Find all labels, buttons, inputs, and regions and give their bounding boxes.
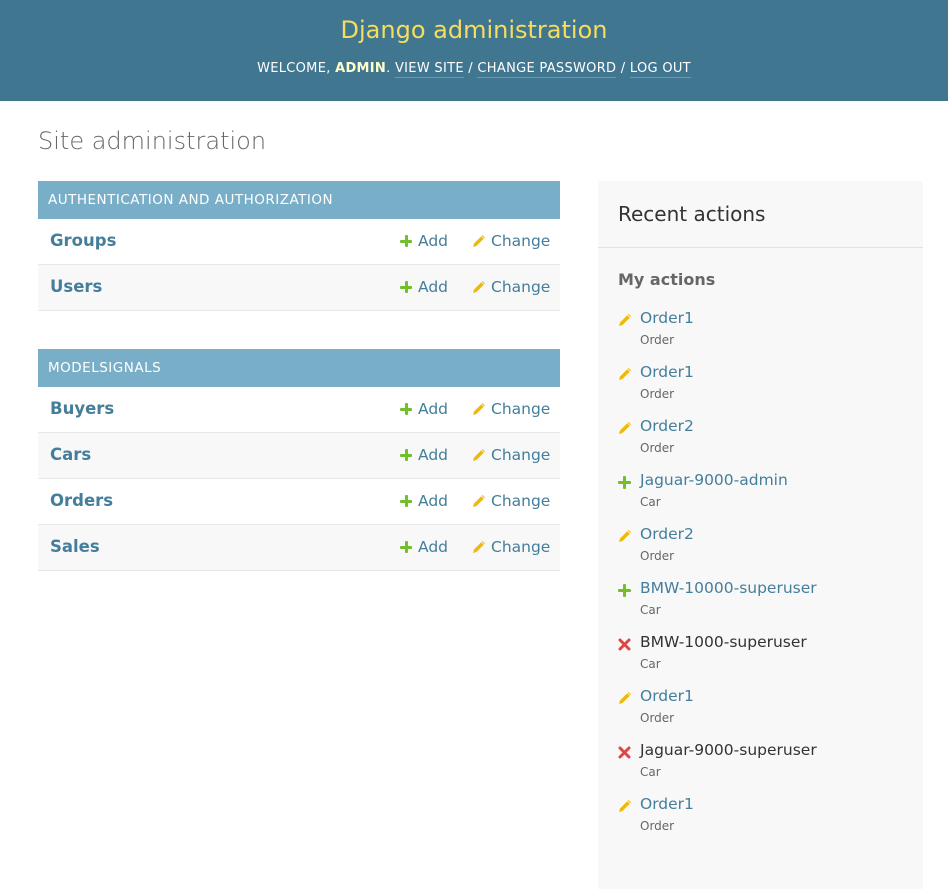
change-groups-link[interactable]: Change	[472, 219, 550, 263]
separator: /	[620, 61, 626, 76]
change-buyers-link[interactable]: Change	[472, 387, 550, 431]
pencil-icon	[473, 449, 485, 461]
add-label: Add	[418, 400, 449, 418]
model-link-cars[interactable]: Cars	[50, 433, 91, 477]
change-label: Change	[491, 538, 551, 556]
view-site-link[interactable]: VIEW SITE	[394, 61, 464, 78]
change-label: Change	[491, 492, 551, 510]
add-users-link[interactable]: Add	[400, 265, 448, 309]
action-object-link[interactable]: Order1	[640, 687, 694, 705]
action-object-link: BMW-1000-superuser	[640, 633, 807, 651]
plus-icon	[400, 403, 412, 415]
add-groups-link[interactable]: Add	[400, 219, 448, 263]
model-link-sales[interactable]: Sales	[50, 525, 100, 569]
recent-actions-panel: Recent actions My actions Order1 Order Ord…	[598, 181, 923, 889]
model-link-users[interactable]: Users	[50, 265, 102, 309]
add-label: Add	[418, 232, 449, 250]
welcome-text: WELCOME,	[257, 61, 331, 76]
model-row-cars: Cars Add Change	[38, 433, 560, 479]
add-buyers-link[interactable]: Add	[400, 387, 448, 431]
pencil-icon	[618, 528, 632, 547]
pencil-icon	[618, 312, 632, 331]
change-cars-link[interactable]: Change	[472, 433, 550, 477]
site-branding[interactable]: Django administration	[0, 16, 948, 44]
plus-icon	[618, 474, 631, 493]
action-object-link[interactable]: BMW-10000-superuser	[640, 579, 817, 597]
username: ADMIN	[335, 61, 387, 76]
action-object-link[interactable]: Order1	[640, 363, 694, 381]
pencil-icon	[618, 420, 632, 439]
add-sales-link[interactable]: Add	[400, 525, 448, 569]
model-row-users: Users Add Change	[38, 265, 560, 311]
model-row-sales: Sales Add Change	[38, 525, 560, 571]
separator: /	[468, 61, 473, 76]
page-title: Site administration	[38, 127, 267, 155]
change-label: Change	[491, 278, 551, 296]
model-link-groups[interactable]: Groups	[50, 219, 116, 263]
model-link-buyers[interactable]: Buyers	[50, 387, 114, 431]
change-password-link[interactable]: CHANGE PASSWORD	[477, 61, 617, 78]
action-object-link[interactable]: Order2	[640, 525, 694, 543]
add-cars-link[interactable]: Add	[400, 433, 448, 477]
plus-icon	[400, 541, 412, 553]
action-content-type: Car	[640, 657, 661, 671]
plus-icon	[400, 495, 412, 507]
header: Django administration WELCOME, ADMIN. VI…	[0, 0, 948, 101]
model-row-groups: Groups Add Change	[38, 219, 560, 265]
add-label: Add	[418, 446, 449, 464]
change-label: Change	[491, 232, 551, 250]
my-actions-subtitle: My actions	[618, 270, 716, 289]
change-sales-link[interactable]: Change	[472, 525, 550, 569]
log-out-link[interactable]: LOG OUT	[629, 61, 691, 78]
cross-icon	[618, 744, 631, 763]
action-content-type: Order	[640, 333, 675, 347]
action-content-type: Order	[640, 441, 675, 455]
pencil-icon	[473, 495, 485, 507]
action-content-type: Car	[640, 603, 661, 617]
add-label: Add	[418, 278, 449, 296]
plus-icon	[618, 582, 631, 601]
action-content-type: Car	[640, 495, 661, 509]
action-content-type: Order	[640, 711, 675, 725]
change-label: Change	[491, 400, 551, 418]
action-content-type: Order	[640, 549, 675, 563]
app-caption[interactable]: Modelsignals	[38, 349, 560, 387]
plus-icon	[400, 235, 412, 247]
pencil-icon	[473, 281, 485, 293]
plus-icon	[400, 449, 412, 461]
pencil-icon	[473, 403, 485, 415]
change-orders-link[interactable]: Change	[472, 479, 550, 523]
app-module-modelsignals: Modelsignals Buyers Add Change Cars Add …	[38, 349, 560, 571]
model-link-orders[interactable]: Orders	[50, 479, 113, 523]
pencil-icon	[473, 235, 485, 247]
action-object-link[interactable]: Jaguar-9000-admin	[640, 471, 788, 489]
app-module-auth: Authentication and Authorization Groups …	[38, 181, 560, 311]
model-row-buyers: Buyers Add Change	[38, 387, 560, 433]
action-object-link: Jaguar-9000-superuser	[640, 741, 817, 759]
pencil-icon	[618, 366, 632, 385]
user-tools: WELCOME, ADMIN. VIEW SITE / CHANGE PASSW…	[257, 61, 691, 78]
change-label: Change	[491, 446, 551, 464]
action-object-link[interactable]: Order1	[640, 795, 694, 813]
change-users-link[interactable]: Change	[472, 265, 550, 309]
action-object-link[interactable]: Order2	[640, 417, 694, 435]
action-content-type: Order	[640, 819, 675, 833]
action-object-link[interactable]: Order1	[640, 309, 694, 327]
add-label: Add	[418, 538, 449, 556]
cross-icon	[618, 636, 631, 655]
plus-icon	[400, 281, 412, 293]
add-orders-link[interactable]: Add	[400, 479, 448, 523]
pencil-icon	[618, 690, 632, 709]
pencil-icon	[618, 798, 632, 817]
app-caption[interactable]: Authentication and Authorization	[38, 181, 560, 219]
model-row-orders: Orders Add Change	[38, 479, 560, 525]
pencil-icon	[473, 541, 485, 553]
add-label: Add	[418, 492, 449, 510]
action-content-type: Car	[640, 765, 661, 779]
recent-actions-title: Recent actions	[598, 181, 923, 248]
action-content-type: Order	[640, 387, 675, 401]
